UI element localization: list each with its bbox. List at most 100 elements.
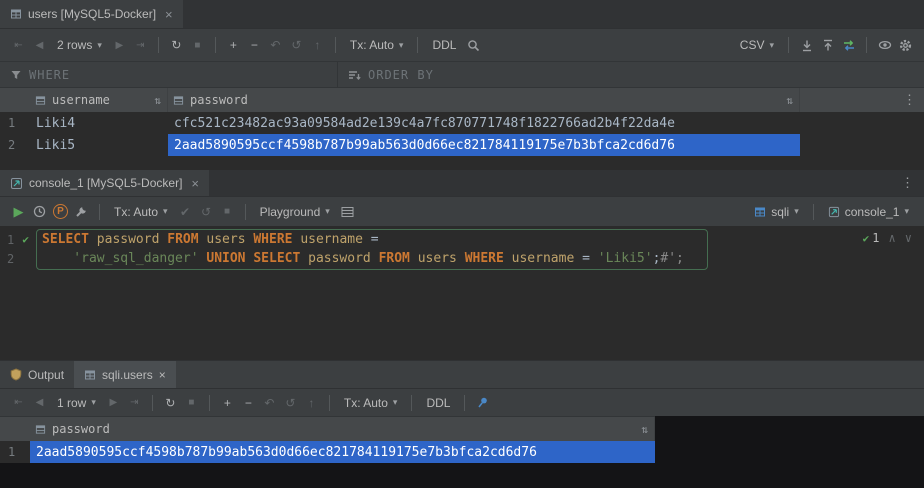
exec-count-label: 1 — [872, 231, 879, 245]
stop-icon[interactable]: ■ — [217, 201, 238, 222]
line-number: 2 — [7, 252, 14, 266]
rollback-icon[interactable]: ↺ — [196, 201, 217, 222]
submit-icon[interactable]: ↑ — [301, 392, 322, 413]
sql-editor[interactable]: 1 ✔ SELECT password FROM users WHERE use… — [0, 226, 924, 360]
order-by-filter-input[interactable]: ORDER BY — [338, 62, 434, 87]
browse-results-icon[interactable] — [337, 201, 358, 222]
tx-mode-select[interactable]: Tx: Auto ▾ — [350, 38, 404, 52]
sql-token: 'Liki5' — [598, 251, 653, 266]
row-count-select[interactable]: 2 rows ▾ — [57, 38, 102, 52]
last-page-button[interactable]: ⇥ — [130, 35, 151, 56]
rollback-icon[interactable]: ↺ — [286, 35, 307, 56]
history-clock-icon[interactable] — [29, 201, 50, 222]
tab-result-grid[interactable]: sqli.users × — [74, 361, 176, 388]
grid-menu-kebab-icon[interactable]: ⋮ — [903, 93, 924, 108]
delete-row-button[interactable]: − — [244, 35, 265, 56]
sort-toggle-icon[interactable]: ⇅ — [641, 423, 648, 436]
import-data-icon[interactable] — [817, 35, 838, 56]
gear-icon[interactable] — [895, 35, 916, 56]
editor-line[interactable]: 1 ✔ SELECT password FROM users WHERE use… — [0, 230, 924, 249]
delete-row-button[interactable]: − — [238, 392, 259, 413]
tab-console[interactable]: console_1 [MySQL5-Docker] × — [0, 170, 209, 196]
playground-select[interactable]: Playground ▾ — [260, 205, 330, 219]
close-icon[interactable]: × — [159, 368, 166, 382]
row-count-select[interactable]: 1 row ▾ — [57, 396, 96, 410]
row-count-label: 2 rows — [57, 38, 92, 52]
sort-toggle-icon[interactable]: ⇅ — [154, 94, 161, 107]
rollback-icon[interactable]: ↺ — [280, 392, 301, 413]
add-row-button[interactable]: + — [223, 35, 244, 56]
column-header-password[interactable]: password ⇅ — [30, 417, 655, 441]
refresh-icon[interactable]: ↻ — [166, 35, 187, 56]
console-session-select[interactable]: console_1 ▾ — [828, 205, 909, 219]
console-tab-bar: console_1 [MySQL5-Docker] × ⋮ — [0, 170, 924, 196]
first-page-button[interactable]: ⇤ — [8, 392, 29, 413]
submit-icon[interactable]: ↑ — [307, 35, 328, 56]
parameters-badge-icon[interactable]: P — [50, 201, 71, 222]
sql-token: password — [300, 251, 378, 266]
stop-icon[interactable]: ■ — [181, 392, 202, 413]
next-issue-icon[interactable]: ∨ — [905, 231, 912, 245]
column-header-username[interactable]: username ⇅ — [30, 88, 168, 112]
prev-issue-icon[interactable]: ∧ — [889, 231, 896, 245]
settings-wrench-icon[interactable] — [71, 201, 92, 222]
ddl-label: DDL — [432, 38, 456, 52]
compare-data-icon[interactable] — [838, 35, 859, 56]
next-page-button[interactable]: ▶ — [109, 35, 130, 56]
cell-password-selected[interactable]: 2aad5890595ccf4598b787b99ab563d0d66ec821… — [30, 441, 655, 463]
column-header-password[interactable]: password ⇅ — [168, 88, 800, 112]
close-icon[interactable]: × — [165, 7, 173, 22]
code-line[interactable]: SELECT password FROM users WHERE usernam… — [34, 232, 379, 247]
search-icon[interactable] — [463, 35, 484, 56]
sort-toggle-icon[interactable]: ⇅ — [786, 94, 793, 107]
pin-tab-icon[interactable] — [472, 392, 493, 413]
stop-icon[interactable]: ■ — [187, 35, 208, 56]
top-tab-bar: users [MySQL5-Docker] × — [0, 0, 924, 28]
cell-username[interactable]: Liki5 — [30, 134, 168, 156]
sql-token: username — [293, 232, 371, 247]
ddl-button[interactable]: DDL — [432, 38, 456, 52]
tab-output[interactable]: Output — [0, 361, 74, 388]
commit-check-icon[interactable]: ✔ — [175, 201, 196, 222]
export-data-icon[interactable] — [796, 35, 817, 56]
close-icon[interactable]: × — [191, 176, 199, 191]
tx-mode-select[interactable]: Tx: Auto ▾ — [114, 205, 168, 219]
first-page-button[interactable]: ⇤ — [8, 35, 29, 56]
filter-funnel-icon — [10, 69, 22, 81]
undo-icon[interactable]: ↶ — [265, 35, 286, 56]
schema-select[interactable]: sqli ▾ — [754, 205, 799, 219]
inspection-widget: ✔ 1 ∧ ∨ — [863, 231, 912, 245]
grid-empty-space — [0, 156, 924, 170]
where-filter-input[interactable]: WHERE — [0, 62, 338, 87]
refresh-icon[interactable]: ↻ — [160, 392, 181, 413]
sql-token: WHERE — [253, 232, 292, 247]
view-options-eye-icon[interactable] — [874, 35, 895, 56]
column-icon — [35, 95, 46, 106]
extractor-select[interactable]: CSV ▾ — [740, 38, 774, 52]
previous-page-button[interactable]: ◀ — [29, 35, 50, 56]
editor-line[interactable]: 2 'raw_sql_danger' UNION SELECT password… — [0, 249, 924, 268]
tab-users-table[interactable]: users [MySQL5-Docker] × — [0, 0, 183, 28]
sql-token: username — [504, 251, 582, 266]
console-menu-kebab-icon[interactable]: ⋮ — [901, 175, 914, 191]
add-row-button[interactable]: + — [217, 392, 238, 413]
cell-password[interactable]: cfc521c23482ac93a09584ad2e139c4a7fc87077… — [168, 112, 800, 134]
row-number: 1 — [0, 445, 30, 459]
cell-username[interactable]: Liki4 — [30, 112, 168, 134]
undo-icon[interactable]: ↶ — [259, 392, 280, 413]
sql-token: WHERE — [465, 251, 504, 266]
chevron-down-icon: ▾ — [769, 40, 774, 51]
tab-label: Output — [28, 368, 64, 382]
previous-page-button[interactable]: ◀ — [29, 392, 50, 413]
tx-mode-select[interactable]: Tx: Auto ▾ — [344, 396, 398, 410]
ddl-button[interactable]: DDL — [426, 396, 450, 410]
column-icon — [35, 424, 46, 435]
code-line[interactable]: 'raw_sql_danger' UNION SELECT password F… — [34, 251, 684, 266]
cell-password-selected[interactable]: 2aad5890595ccf4598b787b99ab563d0d66ec821… — [168, 134, 800, 156]
run-button[interactable]: ▶ — [8, 201, 29, 222]
editor-gutter: 2 — [0, 252, 34, 266]
next-page-button[interactable]: ▶ — [103, 392, 124, 413]
sql-token: FROM — [167, 232, 198, 247]
last-page-button[interactable]: ⇥ — [124, 392, 145, 413]
order-by-placeholder: ORDER BY — [368, 68, 434, 82]
